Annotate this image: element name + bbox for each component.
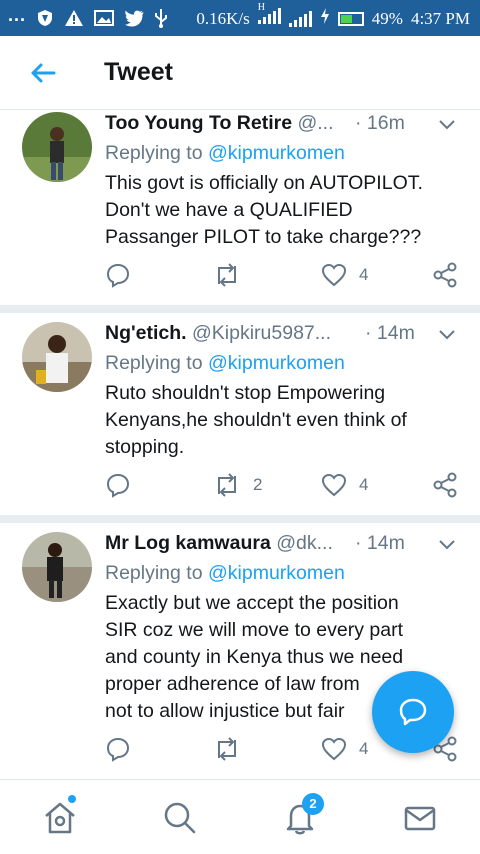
tweet-header: Ng'etich. @Kipkiru5987... · 14m	[105, 322, 475, 348]
chevron-down-icon[interactable]	[437, 534, 457, 560]
like-button[interactable]: 4	[321, 262, 368, 288]
back-arrow-icon[interactable]	[26, 56, 60, 90]
share-button[interactable]	[433, 262, 457, 288]
reply-icon	[106, 263, 130, 288]
more-dots-icon: ···	[8, 10, 26, 30]
retweet-button[interactable]: 2	[213, 472, 262, 498]
envelope-icon	[404, 806, 436, 831]
new-content-dot	[68, 795, 76, 803]
mention-link[interactable]: @kipmurkomen	[208, 142, 345, 164]
search-tab[interactable]	[162, 800, 198, 836]
network-speed: 0.16K/s	[196, 8, 250, 28]
replying-to: Replying to @kipmurkomen	[105, 142, 345, 164]
mention-link[interactable]: @kipmurkomen	[208, 562, 345, 584]
like-button[interactable]: 4	[321, 472, 368, 498]
reply-button[interactable]	[105, 262, 131, 288]
shield-icon	[36, 9, 54, 32]
reply-icon	[106, 473, 130, 498]
tweet[interactable]: Ng'etich. @Kipkiru5987... · 14m Replying…	[0, 322, 480, 515]
divider	[0, 305, 480, 313]
mention-link[interactable]: @kipmurkomen	[208, 352, 345, 374]
tweet[interactable]: Too Young To Retire @... · 16m Replying …	[0, 112, 480, 305]
battery-percent: 49%	[371, 8, 403, 28]
messages-tab[interactable]	[402, 800, 438, 836]
chat-bubble-icon	[399, 698, 427, 726]
like-count: 4	[359, 265, 369, 284]
compose-reply-button[interactable]	[372, 671, 454, 753]
display-name[interactable]: Mr Log kamwaura	[105, 532, 271, 554]
app-header: Tweet	[0, 36, 480, 110]
divider	[0, 515, 480, 523]
share-icon	[433, 262, 457, 288]
twitter-bird-icon	[124, 9, 144, 32]
user-handle[interactable]: @dk...	[276, 532, 333, 554]
status-bar: ··· 0.16K/s H 49% 4:37 PM	[0, 0, 480, 36]
share-button[interactable]	[433, 472, 457, 498]
retweet-icon	[218, 737, 236, 761]
bottom-navigation: 2	[0, 779, 480, 854]
home-icon	[45, 802, 75, 834]
tweet-actions: 4	[105, 262, 465, 292]
chevron-down-icon[interactable]	[437, 324, 457, 350]
retweet-button[interactable]	[213, 262, 253, 288]
heart-icon	[321, 473, 347, 497]
notifications-badge: 2	[302, 793, 324, 815]
share-icon	[433, 472, 457, 498]
user-handle[interactable]: @...	[297, 112, 333, 134]
user-handle[interactable]: @Kipkiru5987...	[192, 322, 331, 344]
signal-h-icon: H	[257, 2, 281, 29]
tweet-text: Ruto shouldn't stop Empowering Kenyans,h…	[105, 382, 407, 458]
tweet-header: Too Young To Retire @... · 16m	[105, 112, 475, 138]
display-name[interactable]: Too Young To Retire	[105, 112, 292, 134]
home-tab[interactable]	[42, 800, 78, 836]
charging-icon	[320, 8, 330, 29]
heart-icon	[321, 737, 347, 761]
tweet-time: · 14m	[365, 322, 415, 344]
tweet-header: Mr Log kamwaura @dk... · 14m	[105, 532, 475, 558]
like-count: 4	[359, 475, 369, 494]
retweet-count: 2	[253, 475, 263, 494]
display-name[interactable]: Ng'etich.	[105, 322, 187, 344]
battery-icon	[337, 11, 364, 26]
signal-icon	[288, 10, 312, 27]
usb-icon	[154, 8, 168, 33]
chevron-down-icon[interactable]	[437, 114, 457, 140]
reply-button[interactable]	[105, 472, 131, 498]
like-count: 4	[359, 739, 369, 758]
retweet-button[interactable]	[213, 736, 253, 762]
retweet-icon	[218, 473, 236, 497]
search-icon	[164, 802, 196, 834]
like-button[interactable]: 4	[321, 736, 368, 762]
avatar[interactable]	[22, 322, 92, 392]
avatar[interactable]	[22, 532, 92, 602]
tweet-time: · 14m	[355, 532, 405, 554]
replying-to: Replying to @kipmurkomen	[105, 562, 345, 584]
tweet-time: · 16m	[355, 112, 405, 134]
tweet-actions: 2 4	[105, 472, 465, 502]
reply-button[interactable]	[105, 736, 131, 762]
warning-icon	[64, 9, 84, 32]
page-title: Tweet	[104, 58, 173, 86]
avatar[interactable]	[22, 112, 92, 182]
image-icon	[93, 9, 114, 32]
reply-icon	[106, 737, 130, 762]
tweet-text: This govt is officially on AUTOPILOT. Do…	[105, 172, 423, 248]
replying-to: Replying to @kipmurkomen	[105, 352, 345, 374]
heart-icon	[321, 263, 347, 287]
clock: 4:37 PM	[410, 8, 470, 28]
retweet-icon	[218, 263, 236, 287]
